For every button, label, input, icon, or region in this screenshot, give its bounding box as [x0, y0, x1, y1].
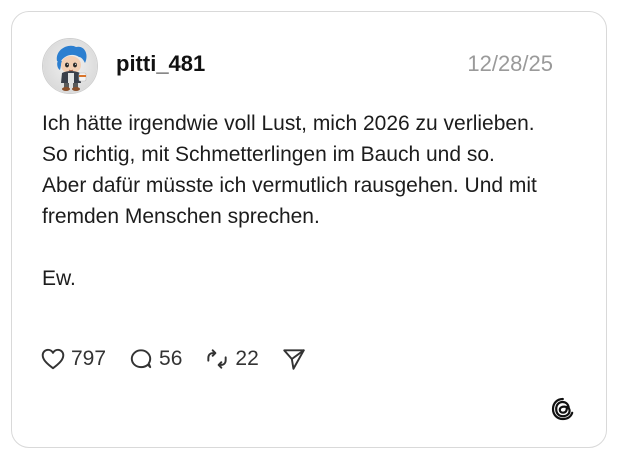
- post-date: 12/28/25: [467, 51, 553, 76]
- avatar-figure-image: [43, 39, 97, 93]
- post-paragraph: Ich hätte irgendwie voll Lust, mich 2026…: [42, 112, 535, 166]
- post-paragraph: Ew.: [42, 267, 76, 290]
- repost-button[interactable]: 22: [204, 344, 259, 374]
- post-paragraph: Aber dafür müsste ich vermutlich rausgeh…: [42, 174, 537, 228]
- post-card: pitti_481 12/28/25 Ich hätte irgendwie v…: [11, 11, 607, 448]
- repost-count: 22: [235, 347, 259, 370]
- repost-icon: [204, 346, 230, 372]
- avatar[interactable]: [42, 38, 98, 94]
- username[interactable]: pitti_481: [116, 50, 205, 78]
- threads-logo-icon: [549, 395, 577, 423]
- comment-button[interactable]: 56: [128, 344, 182, 374]
- comment-count: 56: [159, 347, 183, 370]
- heart-icon: [40, 346, 66, 372]
- like-count: 797: [71, 347, 107, 370]
- paper-plane-icon: [281, 346, 307, 372]
- share-button[interactable]: [281, 346, 307, 372]
- post-actions: 797 56 22: [40, 344, 329, 374]
- like-button[interactable]: 797: [40, 344, 106, 374]
- post-text: Ich hätte irgendwie voll Lust, mich 2026…: [42, 108, 562, 294]
- speech-bubble-icon: [128, 346, 154, 372]
